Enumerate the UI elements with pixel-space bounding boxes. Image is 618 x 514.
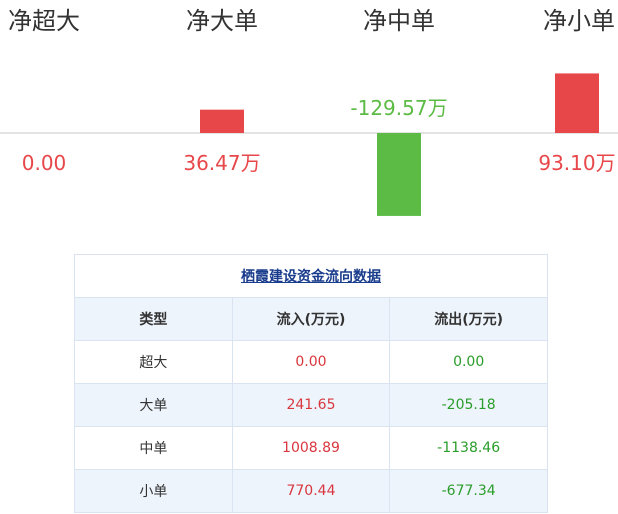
bar (377, 133, 421, 216)
fund-flow-table: 栖霞建设资金流向数据 类型 流入(万元) 流出(万元) 超大 0.00 0.00… (74, 254, 548, 513)
table-title-link[interactable]: 栖霞建设资金流向数据 (241, 269, 381, 285)
category-label: 净小单 (543, 7, 615, 35)
category-label: 净超大 (8, 7, 80, 35)
table-row: 大单 241.65 -205.18 (74, 383, 548, 427)
header-outflow: 流出(万元) (389, 297, 548, 341)
value-label: 36.47万 (183, 151, 260, 175)
bar (200, 109, 244, 133)
category-label: 净大单 (186, 7, 258, 35)
cell-outflow: -205.18 (389, 383, 548, 427)
cell-inflow: 770.44 (231, 469, 391, 513)
cell-type: 大单 (74, 383, 233, 427)
table-row: 小单 770.44 -677.34 (74, 469, 548, 513)
cell-inflow: 0.00 (231, 340, 391, 384)
header-type: 类型 (74, 297, 233, 341)
value-label: -129.57万 (350, 96, 447, 120)
cell-outflow: -1138.46 (389, 426, 548, 470)
cell-outflow: -677.34 (389, 469, 548, 513)
cell-inflow: 241.65 (231, 383, 391, 427)
cell-outflow: 0.00 (389, 340, 548, 384)
value-label: 0.00 (22, 151, 67, 175)
bar (555, 73, 599, 133)
table-title-cell: 栖霞建设资金流向数据 (74, 254, 548, 298)
cell-inflow: 1008.89 (231, 426, 391, 470)
cell-type: 中单 (74, 426, 233, 470)
table-row: 中单 1008.89 -1138.46 (74, 426, 548, 470)
net-flow-chart: 净超大 0.00 净大单 36.47万 净中单 -129.57万 净小单 93.10万 (0, 7, 618, 216)
value-label: 93.10万 (538, 151, 615, 175)
table-row: 超大 0.00 0.00 (74, 340, 548, 384)
category-label: 净中单 (363, 7, 435, 35)
table-header-row: 类型 流入(万元) 流出(万元) (74, 297, 548, 341)
cell-type: 超大 (74, 340, 233, 384)
header-inflow: 流入(万元) (231, 297, 391, 341)
cell-type: 小单 (74, 469, 233, 513)
